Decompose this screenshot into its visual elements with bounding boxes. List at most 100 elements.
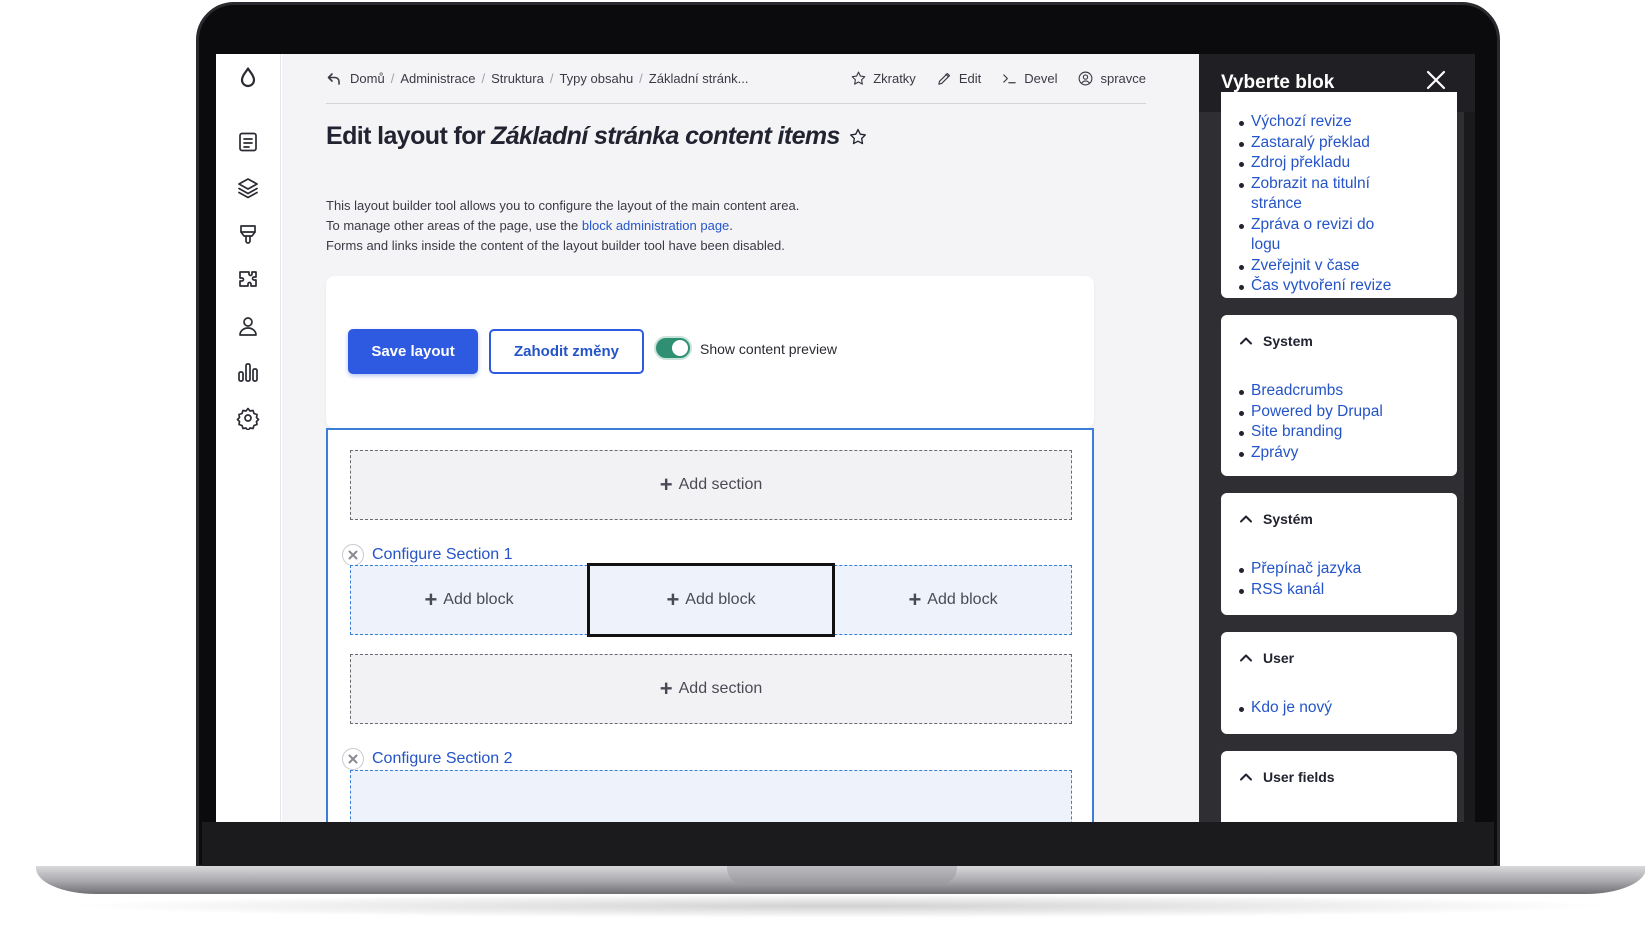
edit-link[interactable]: Edit (936, 70, 981, 87)
block-link[interactable]: Čas vytvoření revize (1239, 276, 1457, 297)
breadcrumb-basic-page[interactable]: Základní stránk... (649, 71, 749, 86)
shortcuts-label: Zkratky (873, 71, 916, 86)
block-group-user-fields: User fields (1221, 751, 1457, 822)
block-link[interactable]: Výchozí revize (1239, 112, 1457, 133)
block-link[interactable]: RSS kanál (1239, 580, 1457, 601)
block-list: Kdo je nový (1221, 684, 1457, 719)
drupal-drop-icon[interactable] (234, 64, 262, 92)
group-header[interactable]: User fields (1221, 751, 1457, 803)
content-preview-toggle[interactable] (654, 336, 692, 360)
page-title-prefix: Edit layout for (326, 122, 486, 150)
section-2-region-row (350, 770, 1072, 822)
appearance-icon[interactable] (234, 220, 262, 248)
block-list: Výchozí revize Zastaralý překlad Zdroj p… (1221, 112, 1457, 297)
section-1-region-row: + Add block + Add block + Add block (350, 563, 1072, 637)
extend-icon[interactable] (234, 266, 262, 294)
description-line-3: Forms and links inside the content of th… (326, 237, 785, 253)
description: This layout builder tool allows you to c… (326, 196, 799, 255)
add-block-button-focused[interactable]: + Add block (587, 563, 835, 637)
block-group-user: User Kdo je nový (1221, 632, 1457, 734)
structure-icon[interactable] (234, 174, 262, 202)
user-circle-icon (1079, 71, 1093, 86)
block-link[interactable]: Breadcrumbs (1239, 381, 1457, 402)
content-icon[interactable] (234, 128, 262, 156)
close-icon[interactable] (1425, 69, 1447, 91)
layout-builder: + Add section Configure Section 1 + Add … (326, 428, 1094, 822)
add-block-label: Add block (685, 591, 756, 608)
offcanvas-dialog: Vyberte blok Výchozí revize Zastaralý př… (1199, 54, 1475, 822)
configure-section-1[interactable]: Configure Section 1 (342, 544, 513, 566)
laptop-notch (727, 866, 957, 884)
page-title: Edit layout for Základní stránka content… (326, 122, 868, 151)
main-region: Domů / Administrace / Struktura / Typy o… (282, 54, 1199, 822)
group-title: System (1263, 333, 1313, 349)
discard-changes-button[interactable]: Zahodit změny (489, 329, 644, 374)
group-title: Systém (1263, 511, 1313, 527)
block-list: Breadcrumbs Powered by Drupal Site brand… (1221, 367, 1457, 463)
breadcrumb-separator: / (639, 71, 643, 86)
group-title: User (1263, 650, 1295, 666)
remove-section-icon[interactable] (342, 748, 364, 770)
add-section-label: Add section (678, 680, 763, 697)
block-admin-link[interactable]: block administration page (582, 218, 729, 233)
edit-label: Edit (958, 71, 982, 86)
block-link[interactable]: Přepínač jazyka (1239, 559, 1457, 580)
back-arrow-icon[interactable] (326, 71, 342, 87)
star-outline-icon (851, 71, 866, 85)
actions-card: Save layout Zahodit změny Show content p… (326, 276, 1094, 428)
block-link[interactable]: Site branding (1239, 422, 1457, 443)
breadcrumb-content-types[interactable]: Typy obsahu (559, 71, 633, 86)
config-icon[interactable] (234, 404, 262, 432)
offcanvas-scrollbar[interactable] (1464, 112, 1475, 822)
breadcrumb-home[interactable]: Domů (350, 71, 385, 86)
add-block-button[interactable]: + Add block (351, 566, 587, 634)
block-link[interactable]: Zobrazit na titulní stránce (1239, 174, 1391, 215)
remove-section-icon[interactable] (342, 544, 364, 566)
breadcrumb-admin[interactable]: Administrace (400, 71, 475, 86)
block-link[interactable]: Zpráva o revizi do logu (1239, 215, 1391, 256)
content-preview-label: Show content preview (700, 341, 837, 357)
configure-section-2-label: Configure Section 2 (372, 750, 513, 767)
reports-icon[interactable] (234, 358, 262, 386)
top-bar: Domů / Administrace / Struktura / Typy o… (326, 54, 1146, 104)
group-header[interactable]: User (1221, 632, 1457, 684)
chevron-up-icon (1240, 654, 1252, 662)
block-group-system: System Breadcrumbs Powered by Drupal Sit… (1221, 315, 1457, 476)
user-label: spravce (1100, 71, 1146, 86)
plus-icon: + (424, 587, 438, 612)
devel-link[interactable]: Devel (1001, 70, 1057, 87)
description-line-2: To manage other areas of the page, use t… (326, 216, 799, 236)
add-block-label: Add block (927, 591, 998, 608)
offcanvas-title: Vyberte blok (1221, 72, 1335, 93)
block-link[interactable]: Zprávy (1239, 443, 1457, 464)
add-section-label: Add section (678, 476, 763, 493)
plus-icon: + (908, 587, 922, 612)
star-icon[interactable] (848, 127, 868, 147)
block-link[interactable]: Zastaralý překlad (1239, 133, 1457, 154)
block-group-panel: Výchozí revize Zastaralý překlad Zdroj p… (1221, 92, 1457, 298)
block-link[interactable]: Zveřejnit v čase (1239, 256, 1457, 277)
block-link[interactable]: Zdroj překladu (1239, 153, 1457, 174)
user-link[interactable]: spravce (1077, 70, 1146, 87)
add-section-button[interactable]: + Add section (350, 654, 1072, 724)
page-title-emphasis: Základní stránka content items (491, 122, 840, 150)
add-block-button[interactable]: + Add block (835, 566, 1071, 634)
breadcrumb-separator: / (390, 71, 395, 86)
chevron-up-icon (1240, 515, 1252, 523)
block-link[interactable]: Kdo je nový (1239, 698, 1457, 719)
configure-section-2[interactable]: Configure Section 2 (342, 748, 513, 770)
group-header[interactable]: Systém (1221, 493, 1457, 545)
terminal-icon (1003, 74, 1016, 84)
group-header[interactable]: System (1221, 315, 1457, 367)
add-section-button[interactable]: + Add section (350, 450, 1072, 520)
block-link[interactable]: Powered by Drupal (1239, 402, 1457, 423)
screen: Domů / Administrace / Struktura / Typy o… (216, 54, 1475, 822)
people-icon[interactable] (234, 312, 262, 340)
breadcrumb-separator: / (481, 71, 486, 86)
chevron-up-icon (1240, 773, 1252, 781)
chevron-up-icon (1240, 337, 1252, 345)
shortcuts-link[interactable]: Zkratky (850, 70, 916, 87)
save-layout-button[interactable]: Save layout (348, 329, 478, 374)
breadcrumb-structure[interactable]: Struktura (491, 71, 544, 86)
block-group-system-cz: Systém Přepínač jazyka RSS kanál (1221, 493, 1457, 615)
